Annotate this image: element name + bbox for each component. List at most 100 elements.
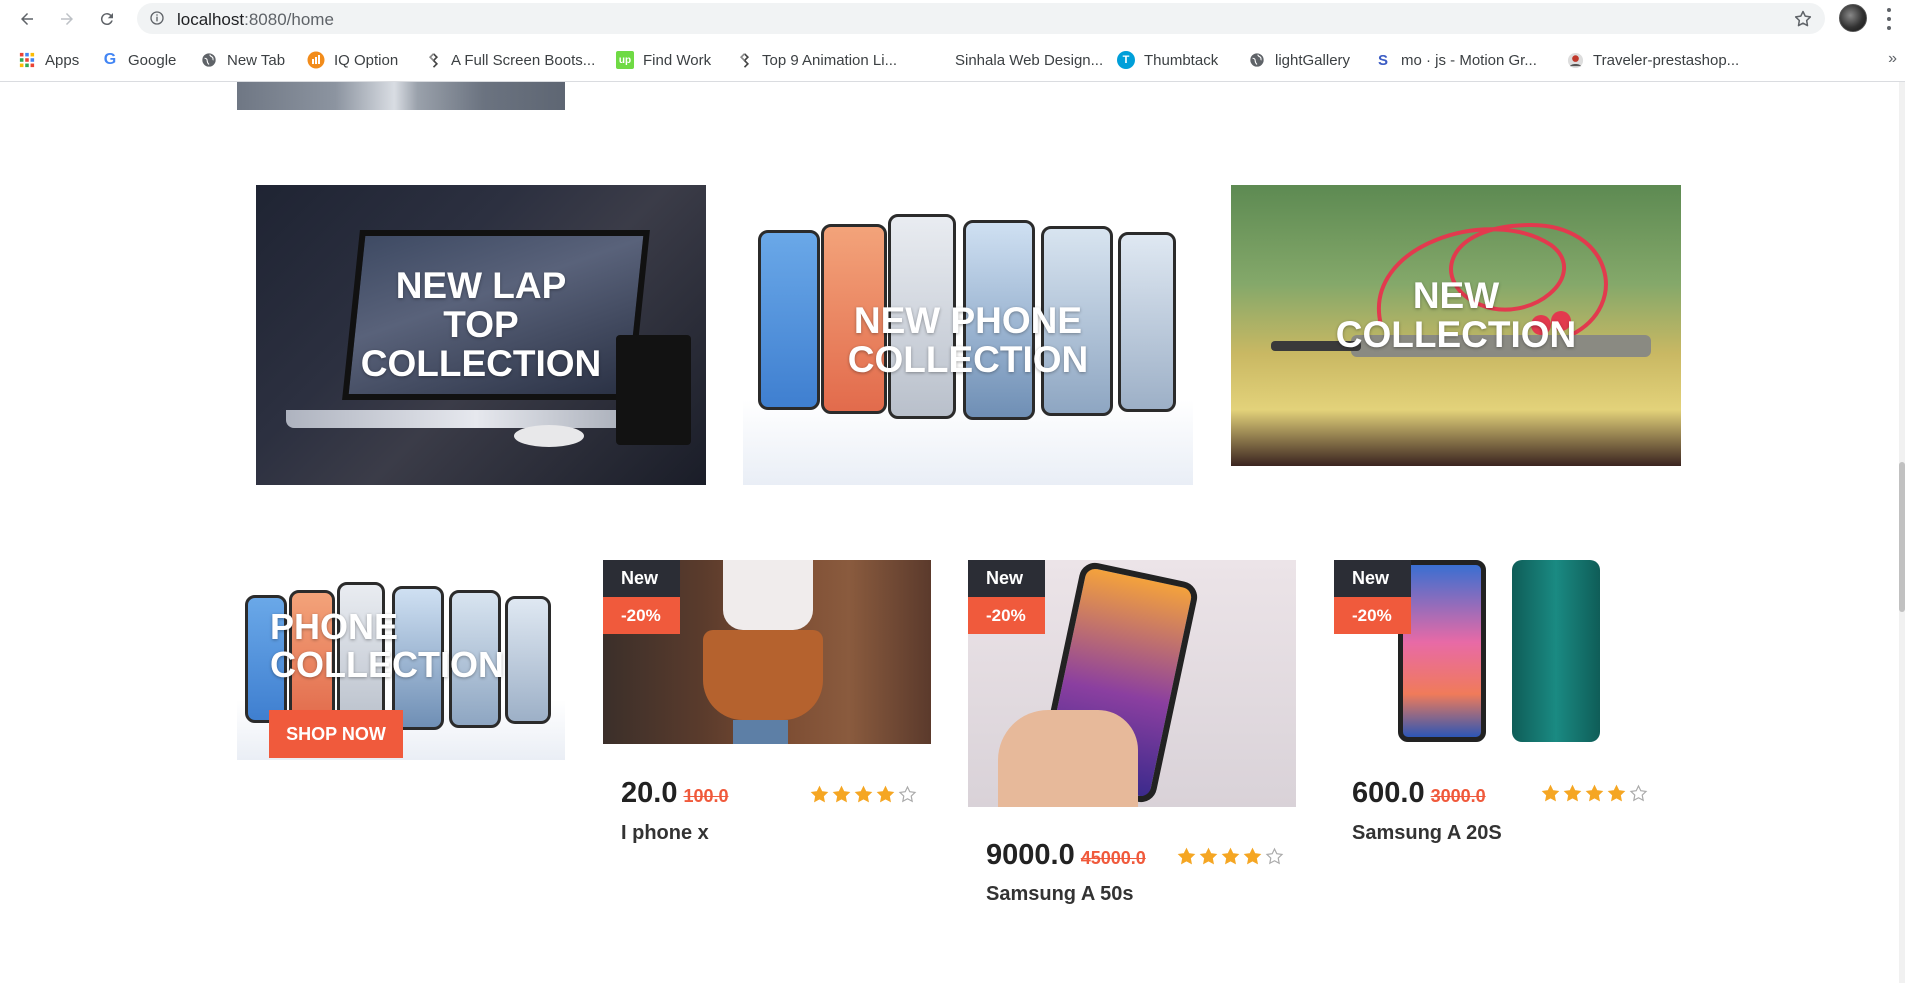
bookmark-thumbtack[interactable]: T Thumbtack — [1117, 49, 1218, 71]
current-price: 20.0 — [621, 777, 678, 809]
info-icon[interactable] — [149, 10, 165, 26]
product-image[interactable]: New -20% — [603, 560, 931, 744]
bookmark-new-tab[interactable]: New Tab — [200, 49, 285, 71]
bookmark-lightgallery[interactable]: lightGallery — [1248, 49, 1350, 71]
bookmark-label: New Tab — [227, 51, 286, 69]
phone-collection-banner[interactable]: NEW PHONE COLLECTION — [743, 202, 1193, 485]
url-text[interactable]: localhost:8080/home — [177, 10, 334, 30]
traveler-icon — [1566, 51, 1584, 69]
bookmark-star-icon[interactable] — [1793, 9, 1813, 29]
bookmark-animation-libs[interactable]: Top 9 Animation Li... — [735, 49, 897, 71]
bookmark-apps[interactable]: Apps — [18, 49, 79, 71]
diamond-icon — [735, 51, 753, 69]
bookmark-label: Top 9 Animation Li... — [762, 51, 898, 69]
star-filled-icon — [832, 785, 851, 803]
product-name[interactable]: Samsung A 20S — [1352, 822, 1502, 845]
product-card-samsung-a50s[interactable]: New -20% 9000.0 45000.0 Samsung A 50s — [968, 560, 1296, 920]
page-content: NEW LAP TOP COLLECTION NEW PHONE COLLECT… — [0, 82, 1905, 983]
star-empty-icon — [1629, 784, 1648, 802]
product-image[interactable]: New -20% — [1334, 560, 1662, 744]
discount-badge: -20% — [603, 597, 680, 634]
star-filled-icon — [876, 785, 895, 803]
star-filled-icon — [1177, 847, 1196, 865]
address-bar[interactable]: localhost:8080/home — [137, 3, 1825, 34]
price: 600.0 3000.0 — [1352, 777, 1486, 810]
previous-section-image — [237, 82, 565, 110]
discount-badge: -20% — [968, 597, 1045, 634]
bookmark-label: IQ Option — [334, 51, 399, 69]
star-filled-icon — [1221, 847, 1240, 865]
bookmark-sinhala-web-design[interactable]: Sinhala Web Design... — [928, 49, 1103, 71]
product-card-samsung-a20s[interactable]: New -20% 600.0 3000.0 Samsung A 20S — [1334, 560, 1662, 860]
bookmark-find-work[interactable]: up Find Work — [616, 49, 711, 71]
star-filled-icon — [1541, 784, 1560, 802]
browser-menu-icon[interactable] — [1886, 8, 1892, 30]
old-price: 3000.0 — [1430, 786, 1486, 806]
product-name[interactable]: Samsung A 50s — [986, 883, 1133, 906]
star-filled-icon — [854, 785, 873, 803]
globe-icon — [1248, 51, 1266, 69]
laptop-base-shape — [286, 410, 666, 428]
page-scrollbar[interactable] — [1899, 82, 1905, 983]
phone-sky3-shape — [505, 596, 551, 724]
rating-stars — [1177, 847, 1284, 866]
browser-chrome: localhost:8080/home Apps G Google New Tab… — [0, 0, 1905, 82]
title-line: COLLECTION — [360, 342, 602, 384]
rating-stars — [810, 785, 917, 804]
star-filled-icon — [1607, 784, 1626, 802]
bookmarks-overflow-button[interactable]: » — [1888, 50, 1897, 68]
title-line: COLLECTION — [847, 338, 1089, 380]
new-collection-banner[interactable]: NEW COLLECTION — [1231, 185, 1681, 466]
bookmark-label: Google — [128, 51, 177, 69]
scrollbar-thumb[interactable] — [1899, 462, 1905, 612]
current-price: 9000.0 — [986, 839, 1075, 871]
new-badge: New — [603, 560, 680, 597]
bookmark-traveler-prestashop[interactable]: Traveler-prestashop... — [1566, 49, 1739, 71]
sweater-shape — [723, 560, 813, 630]
old-price: 45000.0 — [1080, 848, 1146, 868]
hand-shape — [998, 710, 1138, 807]
laptop-collection-banner[interactable]: NEW LAP TOP COLLECTION — [256, 185, 706, 485]
promo-title: PHONE COLLECTION — [270, 608, 504, 684]
title-line: NEW — [1412, 275, 1500, 316]
bookmark-label: lightGallery — [1275, 51, 1351, 69]
star-filled-icon — [1243, 847, 1262, 865]
bookmark-google[interactable]: G Google — [101, 49, 177, 71]
bookmark-label: Traveler-prestashop... — [1593, 51, 1740, 69]
bookmark-iq-option[interactable]: IQ Option — [307, 49, 398, 71]
back-button[interactable] — [12, 4, 42, 34]
bookmark-full-screen-boots[interactable]: A Full Screen Boots... — [424, 49, 595, 71]
bookmark-label: A Full Screen Boots... — [451, 51, 596, 69]
reload-button[interactable] — [92, 4, 122, 34]
price: 20.0 100.0 — [621, 777, 729, 810]
bookmark-label: Apps — [45, 51, 80, 69]
forward-arrow-icon — [61, 13, 73, 25]
product-name[interactable]: I phone x — [621, 822, 709, 845]
star-empty-icon — [1265, 847, 1284, 865]
product-card-iphone-x[interactable]: New -20% 20.0 100.0 I phone x — [603, 560, 931, 860]
title-line: COLLECTION — [1335, 313, 1577, 355]
profile-avatar[interactable] — [1839, 4, 1867, 32]
url-path: :8080/home — [244, 10, 334, 29]
forward-button[interactable] — [52, 4, 82, 34]
iq-option-icon — [307, 51, 325, 69]
bookmarks-bar: Apps G Google New Tab IQ Option A Full Sc… — [0, 44, 1905, 74]
current-price: 600.0 — [1352, 777, 1425, 809]
jeans-shape — [733, 720, 788, 744]
upwork-icon: up — [616, 51, 634, 69]
bookmark-label: mo · js - Motion Gr... — [1401, 51, 1537, 69]
product-image[interactable]: New -20% — [968, 560, 1296, 807]
title-line: COLLECTION — [270, 643, 504, 685]
diamond-icon — [424, 51, 442, 69]
bookmark-label: Find Work — [643, 51, 712, 69]
title-line: PHONE — [270, 606, 399, 647]
bookmark-mojs[interactable]: Smo · js - Motion Gr... — [1374, 49, 1537, 71]
collection-banner-title: NEW COLLECTION — [1231, 275, 1681, 355]
bookmark-label: Sinhala Web Design... — [955, 51, 1104, 69]
laptop-banner-title: NEW LAP TOP COLLECTION — [256, 266, 706, 384]
new-badge: New — [968, 560, 1045, 597]
shop-now-button[interactable]: SHOP NOW — [269, 710, 403, 758]
mouse-shape — [514, 425, 584, 447]
new-badge: New — [1334, 560, 1411, 597]
mojs-icon: S — [1377, 51, 1388, 69]
